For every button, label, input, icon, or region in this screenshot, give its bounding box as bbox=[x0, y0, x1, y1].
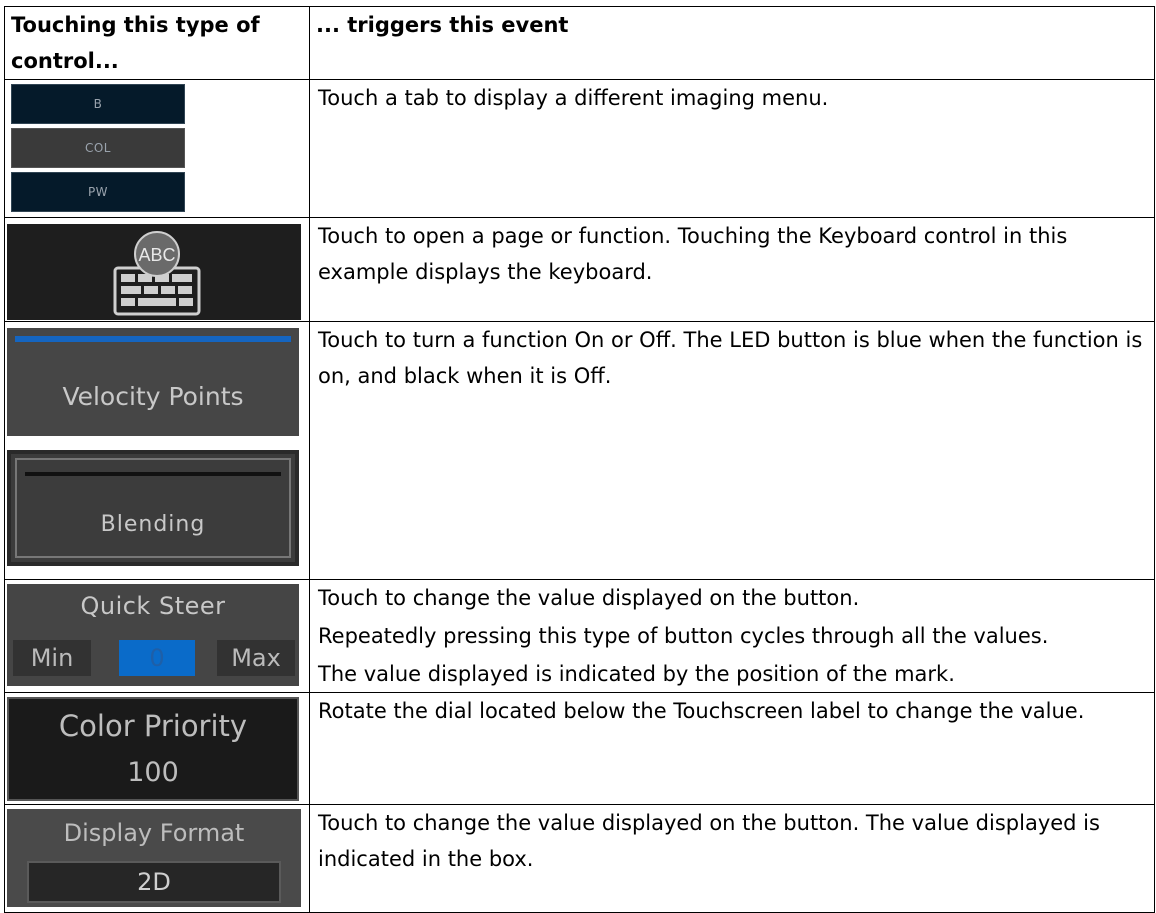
description-text: Repeatedly pressing this type of button … bbox=[318, 624, 1049, 648]
keyboard-button[interactable]: ABC bbox=[7, 224, 301, 320]
button-title: Color Priority bbox=[58, 709, 248, 743]
button-title: Quick Steer bbox=[80, 592, 226, 620]
max-label: Max bbox=[217, 640, 295, 676]
tab-pw[interactable]: PW bbox=[11, 172, 185, 212]
tab-control-example: B COL PW bbox=[11, 84, 185, 212]
control-cell: Color Priority 100 bbox=[4, 692, 310, 805]
description-cell: Rotate the dial located below the Touchs… bbox=[309, 692, 1155, 805]
value-mark: 0 bbox=[119, 640, 195, 676]
control-cell: Display Format 2D bbox=[4, 804, 310, 913]
description-text: Touch to change the value displayed on t… bbox=[318, 586, 860, 610]
control-cell: Quick Steer Min 0 Max bbox=[4, 579, 310, 693]
header-control-type: Touching this type of control... bbox=[4, 6, 310, 80]
table-row: Velocity Points Blending Touch to turn a… bbox=[4, 321, 1155, 580]
description-cell: Touch a tab to display a different imagi… bbox=[309, 79, 1155, 218]
blending-button[interactable]: Blending bbox=[7, 450, 299, 566]
velocity-points-button[interactable]: Velocity Points bbox=[7, 328, 299, 436]
min-label: Min bbox=[13, 640, 91, 676]
button-label: Velocity Points bbox=[62, 382, 244, 411]
button-value: 100 bbox=[127, 757, 179, 788]
table-row: ABC Touch to open a page or function. To… bbox=[4, 217, 1155, 322]
value-box: 2D bbox=[27, 861, 281, 903]
table-row: B COL PW Touch a tab to display a differ… bbox=[4, 79, 1155, 218]
led-indicator-off bbox=[25, 472, 281, 476]
controls-table: Touching this type of control... ... tri… bbox=[4, 6, 1155, 913]
tab-col[interactable]: COL bbox=[11, 128, 185, 168]
description-text: Touch to change the value displayed on t… bbox=[318, 811, 1100, 871]
button-title: Display Format bbox=[63, 819, 245, 847]
description-text: Touch a tab to display a different imagi… bbox=[318, 86, 829, 110]
description-cell: Touch to change the value displayed on t… bbox=[309, 804, 1155, 913]
led-indicator-on bbox=[15, 336, 291, 342]
button-label: Blending bbox=[100, 512, 206, 537]
description-cell: Touch to open a page or function. Touchi… bbox=[309, 217, 1155, 322]
table-row: Color Priority 100 Rotate the dial locat… bbox=[4, 692, 1155, 805]
keyboard-label: ABC bbox=[138, 245, 175, 265]
table-row: Quick Steer Min 0 Max Touch to change th… bbox=[4, 579, 1155, 693]
tab-b[interactable]: B bbox=[11, 84, 185, 124]
keyboard-icon: ABC bbox=[113, 231, 201, 316]
control-cell: ABC bbox=[4, 217, 310, 322]
table-header-row: Touching this type of control... ... tri… bbox=[4, 6, 1155, 80]
description-text: Touch to open a page or function. Touchi… bbox=[318, 224, 1068, 284]
description-cell: Touch to turn a function On or Off. The … bbox=[309, 321, 1155, 580]
quick-steer-button[interactable]: Quick Steer Min 0 Max bbox=[7, 584, 299, 686]
table-row: Display Format 2D Touch to change the va… bbox=[4, 804, 1155, 913]
header-event: ... triggers this event bbox=[309, 6, 1155, 80]
description-cell: Touch to change the value displayed on t… bbox=[309, 579, 1155, 693]
description-text: The value displayed is indicated by the … bbox=[318, 662, 955, 686]
description-text: Rotate the dial located below the Touchs… bbox=[318, 699, 1085, 723]
control-cell: B COL PW bbox=[4, 79, 310, 218]
display-format-button[interactable]: Display Format 2D bbox=[7, 809, 301, 907]
color-priority-button[interactable]: Color Priority 100 bbox=[7, 697, 299, 801]
control-cell: Velocity Points Blending bbox=[4, 321, 310, 580]
description-text: Touch to turn a function On or Off. The … bbox=[318, 328, 1143, 388]
